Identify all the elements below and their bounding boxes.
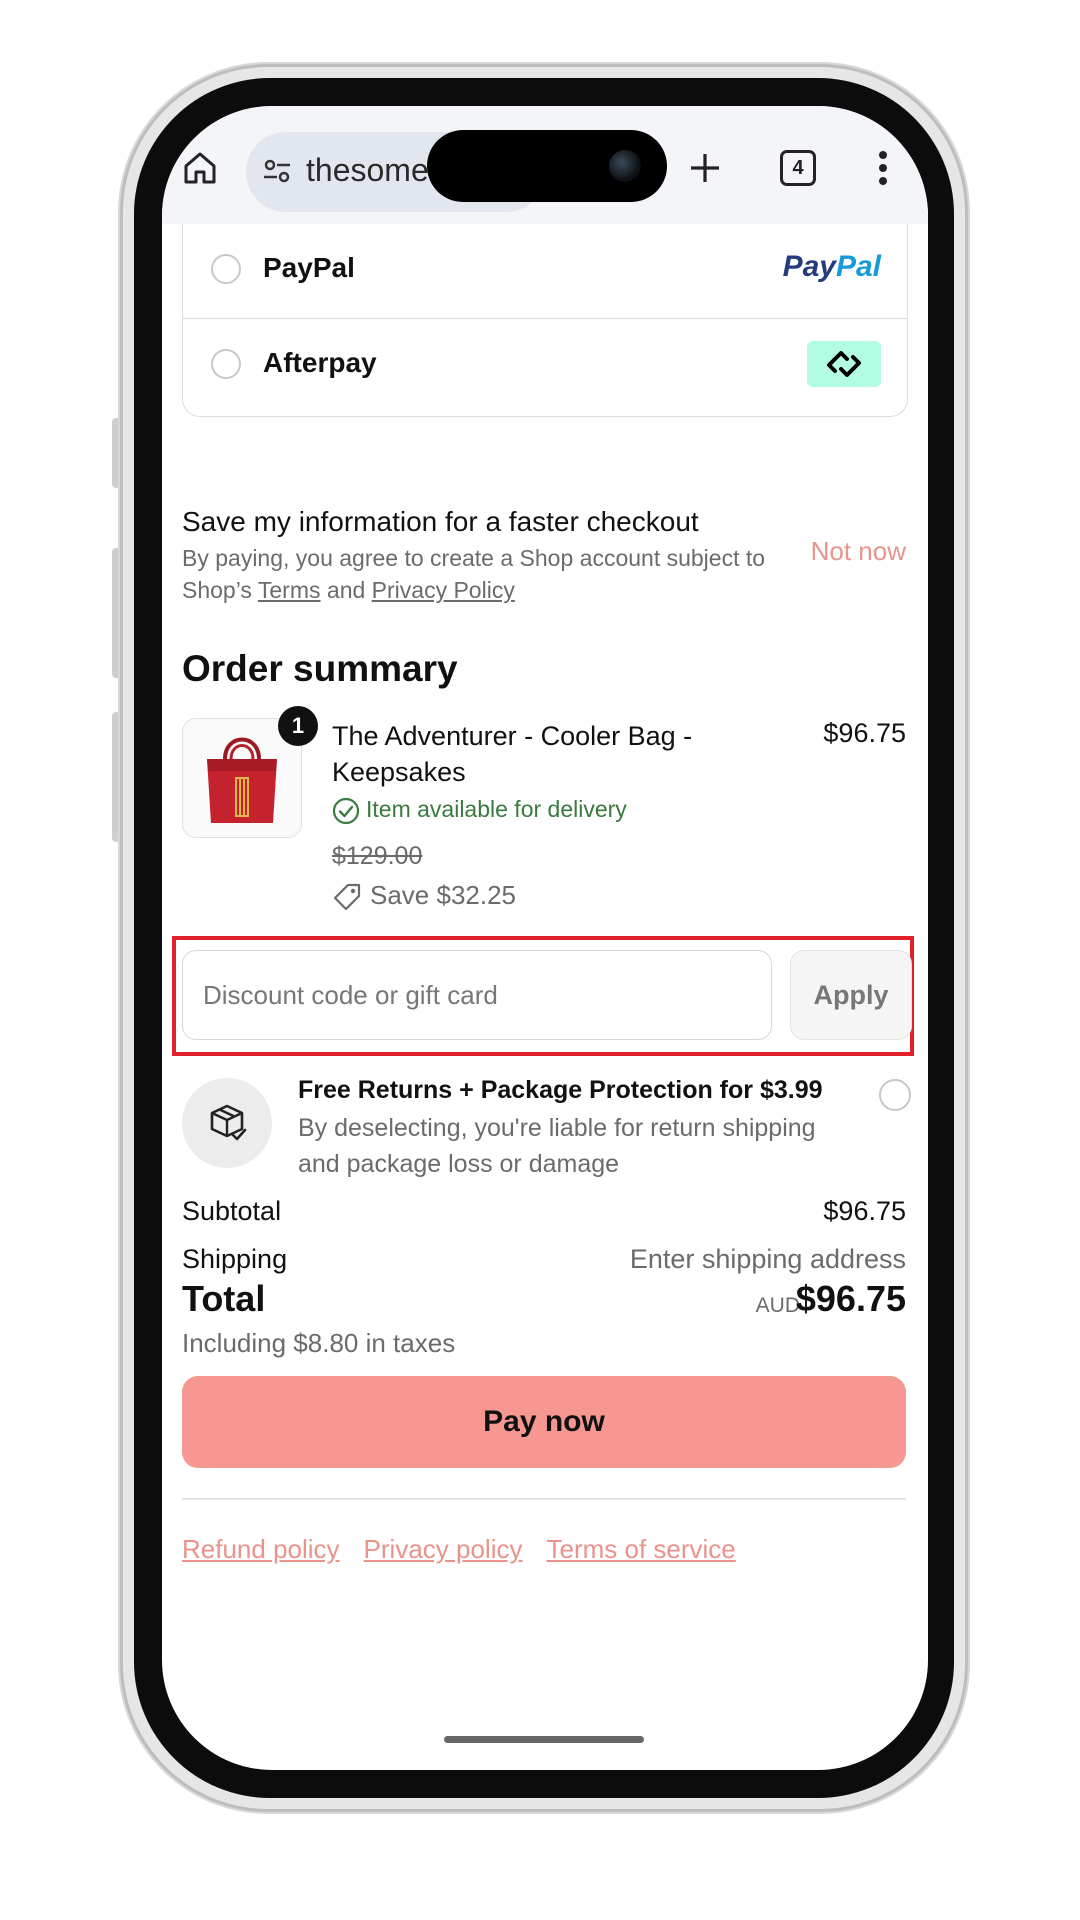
payment-label: Afterpay xyxy=(263,347,377,378)
browser-toolbar: thesome 4 xyxy=(162,106,928,224)
protection-checkbox[interactable] xyxy=(879,1079,911,1111)
footer-links: Refund policy Privacy policy Terms of serv… xyxy=(182,1534,760,1565)
shipping-value: Enter shipping address xyxy=(629,1244,906,1274)
protection-icon-wrap xyxy=(182,1078,272,1168)
paypal-logo: PayPal xyxy=(783,250,881,284)
payment-label: PayPal xyxy=(263,252,355,283)
dynamic-island xyxy=(427,130,667,202)
phone-screen: thesome 4 PayPal PayPal Afterpay Save my… xyxy=(162,106,928,1770)
terms-link[interactable]: Terms xyxy=(258,577,321,603)
privacy-policy-link[interactable]: Privacy Policy xyxy=(372,577,515,603)
more-menu-icon[interactable] xyxy=(878,150,888,186)
product-name: The Adventurer - Cooler Bag - Keepsakes xyxy=(332,721,693,787)
payment-methods: PayPal PayPal Afterpay xyxy=(182,224,908,417)
subtotal-label: Subtotal xyxy=(182,1196,282,1226)
paypal-radio[interactable] xyxy=(211,254,241,284)
save-info-description: By paying, you agree to create a Shop ac… xyxy=(182,542,772,606)
home-indicator[interactable] xyxy=(444,1736,644,1743)
paypal-logo-pal: Pal xyxy=(835,250,881,283)
tab-switcher-button[interactable]: 4 xyxy=(780,150,816,186)
afterpay-icon xyxy=(827,351,861,377)
footer-divider xyxy=(182,1498,906,1500)
payment-option-afterpay[interactable]: Afterpay xyxy=(183,319,907,413)
front-camera xyxy=(609,150,641,182)
afterpay-logo xyxy=(807,341,881,387)
afterpay-radio[interactable] xyxy=(211,349,241,379)
refund-policy-link[interactable]: Refund policy xyxy=(182,1534,340,1564)
privacy-policy-footer-link[interactable]: Privacy policy xyxy=(364,1534,523,1564)
package-protection-icon xyxy=(210,1104,247,1141)
original-price: $129.00 xyxy=(332,842,423,870)
pay-now-button[interactable]: Pay now xyxy=(182,1376,906,1468)
total-value: $96.75 xyxy=(795,1278,906,1319)
availability-status: Item available for delivery xyxy=(332,796,627,825)
availability-text: Item available for delivery xyxy=(366,796,627,822)
paypal-logo-pay: Pay xyxy=(782,250,836,283)
quantity-badge: 1 xyxy=(278,706,318,746)
subtotal-value: $96.75 xyxy=(823,1196,906,1226)
save-info-title: Save my information for a faster checkou… xyxy=(182,506,699,537)
total-currency: AUD xyxy=(755,1294,800,1317)
tax-note: Including $8.80 in taxes xyxy=(182,1328,456,1358)
discount-code-input[interactable] xyxy=(182,950,772,1040)
terms-of-service-link[interactable]: Terms of service xyxy=(546,1534,735,1564)
not-now-button[interactable]: Not now xyxy=(811,536,906,567)
payment-option-paypal[interactable]: PayPal PayPal xyxy=(183,224,907,319)
shipping-label: Shipping xyxy=(182,1244,288,1274)
savings-text: Save $32.25 xyxy=(370,880,517,910)
order-summary-title: Order summary xyxy=(182,648,458,689)
price-tag-icon xyxy=(333,884,361,911)
site-settings-icon[interactable] xyxy=(262,156,292,186)
new-tab-icon[interactable] xyxy=(687,150,723,186)
protection-title: Free Returns + Package Protection for $3… xyxy=(298,1076,823,1104)
url-text: thesome xyxy=(306,152,429,188)
and-text: and xyxy=(320,577,372,603)
savings: Save $32.25 xyxy=(332,880,516,912)
home-icon[interactable] xyxy=(182,150,218,186)
protection-description: By deselecting, you're liable for return… xyxy=(298,1114,816,1178)
product-price: $96.75 xyxy=(823,718,906,748)
check-circle-icon xyxy=(332,797,360,825)
apply-button[interactable]: Apply xyxy=(790,950,912,1040)
total-label: Total xyxy=(182,1278,266,1319)
